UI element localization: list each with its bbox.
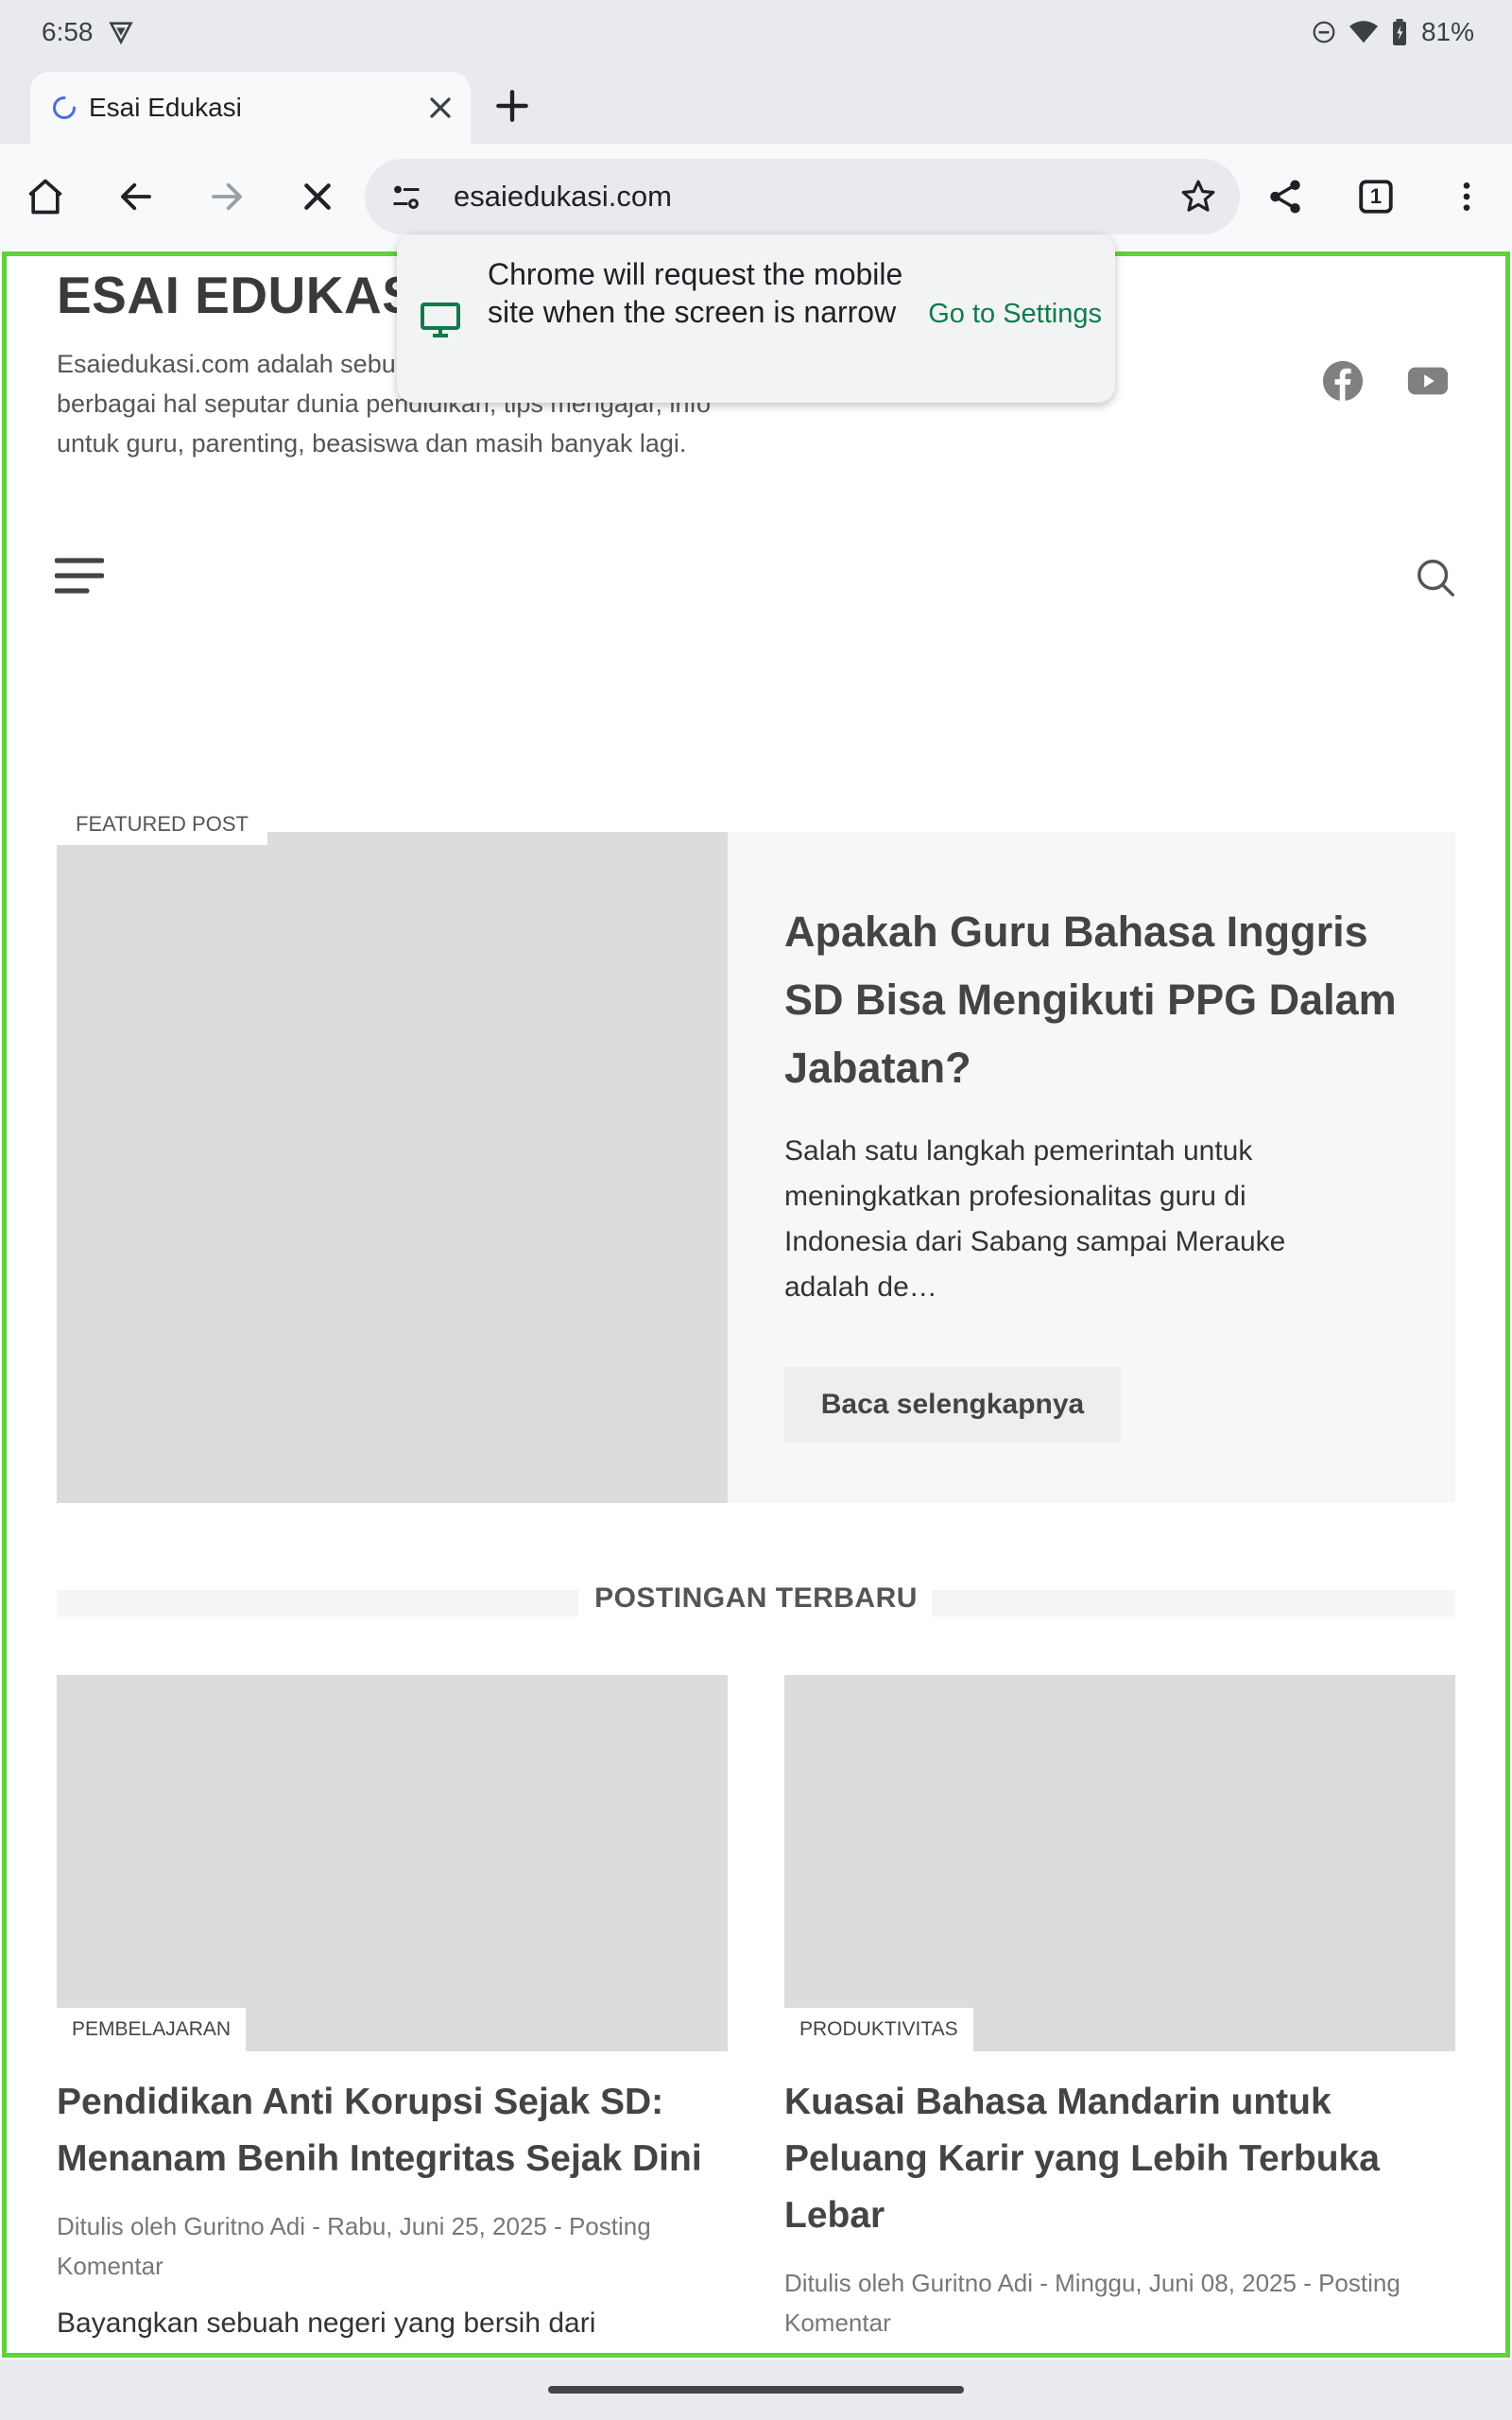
tab-esai-edukasi[interactable]: Esai Edukasi [30, 72, 471, 144]
more-menu-button[interactable] [1442, 172, 1491, 221]
recent-posts-heading: POSTINGAN TERBARU [594, 1582, 918, 1614]
featured-post-title[interactable]: Apakah Guru Bahasa Inggris SD Bisa Mengi… [784, 898, 1408, 1102]
status-bar: 6:58 81% [0, 0, 1512, 68]
battery-percent: 81% [1420, 17, 1474, 46]
post-card-meta: Ditulis oleh Guritno Adi - Rabu, Juni 25… [57, 2212, 651, 2280]
loading-spinner-icon [53, 95, 77, 119]
site-title[interactable]: ESAI EDUKASI [57, 265, 432, 325]
status-indicators: 81% [1312, 17, 1474, 47]
home-icon [28, 179, 62, 215]
post-category-badge[interactable]: PRODUKTIVITAS [784, 2008, 973, 2051]
featured-post-label: FEATURED POST [57, 804, 267, 845]
more-vert-icon [1463, 182, 1470, 211]
address-bar[interactable]: esaiedukasi.com [365, 159, 1240, 234]
read-more-button[interactable]: Baca selengkapnya [784, 1367, 1121, 1443]
stop-loading-button[interactable] [293, 172, 342, 221]
stop-x-icon [304, 183, 331, 210]
battery-icon [1392, 19, 1406, 45]
featured-post-panel: Apakah Guru Bahasa Inggris SD Bisa Mengi… [728, 832, 1455, 1503]
web-content: ESAI EDUKASI Esaiedukasi.com adalah sebu… [0, 250, 1512, 2360]
vpn-shield-icon [109, 22, 133, 45]
featured-post-image[interactable] [57, 832, 728, 1503]
bookmark-star-icon[interactable] [1179, 178, 1217, 216]
search-icon[interactable] [1414, 556, 1457, 599]
post-card-meta: Ditulis oleh Guritno Adi - Minggu, Juni … [784, 2269, 1400, 2337]
back-arrow-icon [121, 182, 151, 211]
share-icon [1270, 180, 1300, 214]
tab-switcher-button[interactable]: 1 [1351, 172, 1400, 221]
popup-message: Chrome will request the mobile site when… [488, 257, 903, 329]
forward-button[interactable] [202, 172, 251, 221]
post-card-image[interactable] [784, 1675, 1455, 2051]
home-button[interactable] [21, 172, 70, 221]
hamburger-menu-icon[interactable] [55, 556, 104, 596]
forward-arrow-icon [212, 182, 242, 211]
close-tab-icon[interactable] [423, 91, 457, 125]
wifi-icon [1349, 21, 1378, 43]
gesture-handle[interactable] [548, 2386, 964, 2394]
tab-strip: Esai Edukasi [0, 68, 1512, 144]
back-button[interactable] [112, 172, 161, 221]
post-card-title[interactable]: Pendidikan Anti Korupsi Sejak SD: Menana… [57, 2074, 718, 2187]
youtube-icon[interactable] [1406, 359, 1450, 403]
tab-count: 1 [1369, 184, 1383, 208]
facebook-icon[interactable] [1321, 359, 1365, 403]
post-card-excerpt: Bayangkan sebuah negeri yang bersih dari [57, 2308, 596, 2339]
post-category-badge[interactable]: PEMBELAJARAN [57, 2008, 247, 2051]
post-card-title[interactable]: Kuasai Bahasa Mandarin untuk Peluang Kar… [784, 2074, 1446, 2244]
post-card-image[interactable] [57, 1675, 728, 2051]
desktop-monitor-icon [421, 302, 460, 337]
go-to-settings-link[interactable]: Go to Settings [928, 299, 1102, 330]
share-button[interactable] [1261, 172, 1310, 221]
status-time: 6:58 [42, 17, 94, 46]
new-tab-icon[interactable] [491, 85, 533, 127]
tab-title: Esai Edukasi [89, 93, 242, 122]
do-not-disturb-icon [1313, 21, 1335, 43]
site-settings-icon[interactable] [389, 180, 423, 214]
mobile-site-popup: Chrome will request the mobile site when… [397, 234, 1115, 403]
url-text[interactable]: esaiedukasi.com [454, 180, 672, 214]
system-navigation-bar [0, 2360, 1512, 2420]
featured-post-excerpt: Salah satu langkah pemerintah untuk meni… [784, 1135, 1286, 1303]
